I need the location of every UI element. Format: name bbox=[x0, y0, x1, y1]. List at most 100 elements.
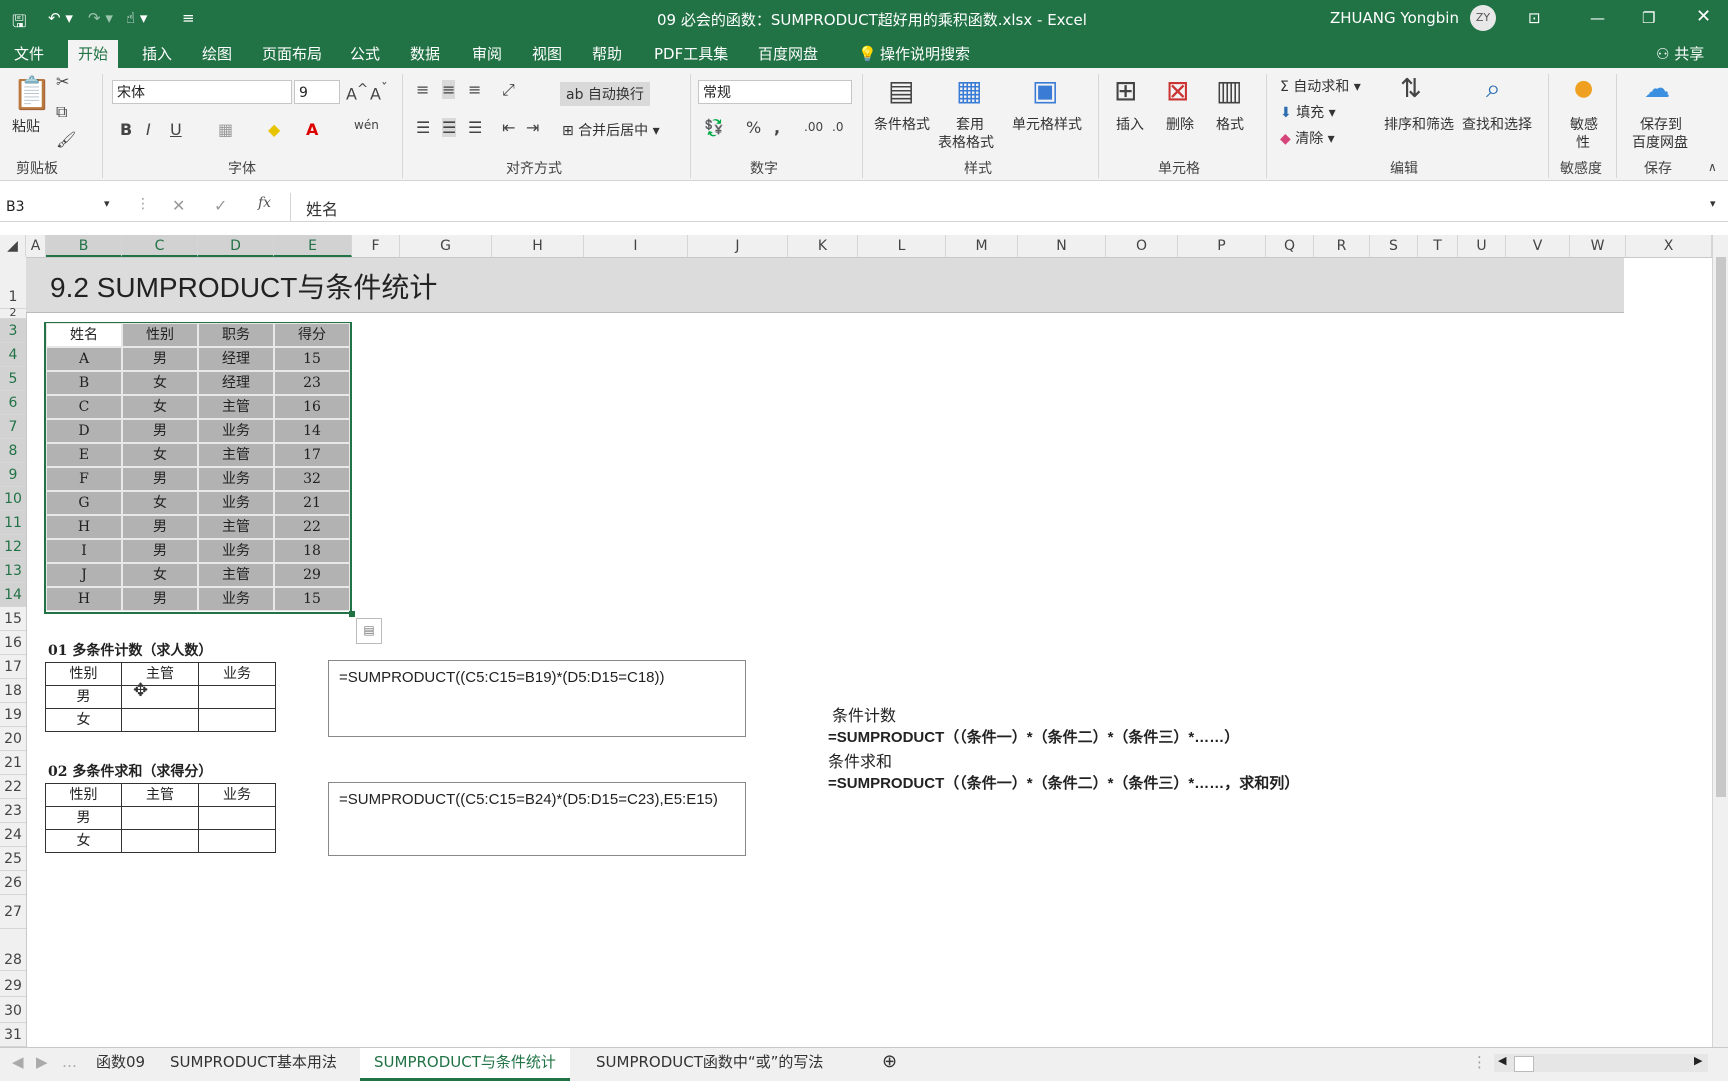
criteria-header-cell[interactable]: 性别 bbox=[45, 662, 122, 686]
result-cell[interactable] bbox=[198, 708, 276, 732]
col-header-g[interactable]: G bbox=[400, 235, 492, 257]
table-cell[interactable]: 业务 bbox=[198, 467, 274, 491]
scroll-right-icon[interactable]: ▶ bbox=[1694, 1054, 1702, 1067]
insert-function-button[interactable]: fx bbox=[258, 195, 271, 211]
row-header[interactable]: 17 bbox=[0, 655, 26, 679]
format-table-button[interactable]: 套用 bbox=[956, 114, 984, 134]
conditional-format-icon[interactable]: ▤ bbox=[888, 74, 914, 107]
conditional-format-button[interactable]: 条件格式 bbox=[874, 114, 930, 134]
cell-styles-icon[interactable]: ▣ bbox=[1032, 74, 1058, 107]
table-cell[interactable]: 23 bbox=[274, 371, 350, 395]
align-center-icon[interactable]: ☰ bbox=[442, 118, 457, 137]
tell-me-search[interactable]: 操作说明搜索 bbox=[870, 40, 980, 68]
wrap-text-button[interactable]: ab 自动换行 bbox=[560, 82, 650, 106]
result-cell[interactable] bbox=[121, 708, 199, 732]
paste-button[interactable]: 粘贴 bbox=[12, 116, 40, 136]
find-select-button[interactable]: 查找和选择 bbox=[1462, 114, 1532, 134]
decrease-font-icon[interactable]: Aˇ bbox=[370, 82, 388, 103]
col-header-e[interactable]: E bbox=[274, 235, 352, 257]
select-all-corner[interactable]: ◢ bbox=[0, 235, 26, 257]
row-header[interactable]: 25 bbox=[0, 847, 26, 871]
sheet-tab[interactable]: 函数09 bbox=[96, 1048, 145, 1078]
number-format-select[interactable]: 常规 bbox=[698, 80, 852, 104]
table-cell[interactable]: 22 bbox=[274, 515, 350, 539]
minimize-icon[interactable]: — bbox=[1590, 9, 1605, 27]
fill-button[interactable]: ⬇ 填充 ▾ bbox=[1280, 102, 1336, 122]
sheet-tab[interactable]: SUMPRODUCT函数中“或”的写法 bbox=[596, 1048, 823, 1078]
touch-mode-icon[interactable]: ☝ ▾ bbox=[126, 9, 147, 27]
table-cell[interactable]: C bbox=[46, 395, 122, 419]
col-header-x[interactable]: X bbox=[1626, 235, 1712, 257]
table-cell[interactable]: E bbox=[46, 443, 122, 467]
table-cell[interactable]: 业务 bbox=[198, 539, 274, 563]
save-to-pan-button[interactable]: 保存到 bbox=[1640, 114, 1682, 134]
table-cell[interactable]: 女 bbox=[122, 563, 198, 587]
table-cell[interactable]: B bbox=[46, 371, 122, 395]
cancel-icon[interactable]: ✕ bbox=[172, 196, 185, 215]
col-header-j[interactable]: J bbox=[688, 235, 788, 257]
sort-filter-button[interactable]: 排序和筛选 bbox=[1384, 114, 1454, 134]
insert-cells-icon[interactable]: ⊞ bbox=[1114, 74, 1137, 107]
tab-home[interactable]: 开始 bbox=[68, 40, 119, 68]
row-header[interactable]: 9 bbox=[0, 463, 26, 487]
criteria-row-cell[interactable]: 女 bbox=[45, 708, 122, 732]
row-header[interactable]: 31 bbox=[0, 1023, 26, 1047]
col-header-f[interactable]: F bbox=[352, 235, 400, 257]
row-header[interactable]: 15 bbox=[0, 607, 26, 631]
delete-cells-button[interactable]: 删除 bbox=[1166, 114, 1194, 134]
format-cells-button[interactable]: 格式 bbox=[1216, 114, 1244, 134]
table-cell[interactable]: D bbox=[46, 419, 122, 443]
table-cell[interactable]: 29 bbox=[274, 563, 350, 587]
row-header[interactable]: 30 bbox=[0, 997, 26, 1023]
save-icon[interactable]: 🖫 bbox=[12, 9, 26, 38]
table-cell[interactable]: 男 bbox=[122, 539, 198, 563]
row-header[interactable]: 13 bbox=[0, 559, 26, 583]
indent-increase-icon[interactable]: ⇥ bbox=[526, 118, 539, 137]
undo-icon[interactable]: ↶ ▾ bbox=[48, 9, 73, 27]
align-right-icon[interactable]: ☰ bbox=[468, 118, 482, 137]
table-cell[interactable]: 经理 bbox=[198, 347, 274, 371]
name-box[interactable]: B3 bbox=[2, 195, 116, 219]
tab-split-icon[interactable]: ⋮ bbox=[1472, 1048, 1487, 1078]
table-cell[interactable]: 14 bbox=[274, 419, 350, 443]
table-cell[interactable]: 男 bbox=[122, 587, 198, 611]
increase-decimal-icon[interactable]: .00 bbox=[804, 120, 823, 134]
col-header-d[interactable]: D bbox=[198, 235, 274, 257]
table-cell[interactable]: 业务 bbox=[198, 491, 274, 515]
more-sheets-icon[interactable]: … bbox=[62, 1048, 77, 1078]
result-cell[interactable] bbox=[198, 806, 276, 830]
row-header[interactable]: 3 bbox=[0, 319, 26, 343]
tab-pdf-tools[interactable]: PDF工具集 bbox=[644, 40, 738, 68]
table-header-cell[interactable]: 得分 bbox=[274, 323, 350, 347]
comma-icon[interactable]: , bbox=[774, 118, 780, 137]
result-cell[interactable] bbox=[121, 806, 199, 830]
col-header-b[interactable]: B bbox=[46, 235, 122, 257]
find-icon[interactable]: ⌕ bbox=[1486, 74, 1501, 105]
criteria-header-cell[interactable]: 业务 bbox=[198, 783, 276, 807]
formula-input[interactable]: 姓名 bbox=[306, 196, 338, 220]
phonetic-icon[interactable]: wén bbox=[354, 118, 379, 132]
autosum-button[interactable]: Σ 自动求和 ▾ bbox=[1280, 76, 1361, 96]
currency-icon[interactable]: 💱 bbox=[704, 118, 724, 137]
col-header-o[interactable]: O bbox=[1106, 235, 1178, 257]
table-cell[interactable]: 男 bbox=[122, 419, 198, 443]
criteria-header-cell[interactable]: 业务 bbox=[198, 662, 276, 686]
row-header[interactable]: 26 bbox=[0, 871, 26, 895]
row-header[interactable]: 23 bbox=[0, 799, 26, 823]
criteria-header-cell[interactable]: 主管 bbox=[121, 783, 199, 807]
insert-cells-button[interactable]: 插入 bbox=[1116, 114, 1144, 134]
add-sheet-icon[interactable]: ⊕ bbox=[882, 1048, 897, 1078]
sensitivity-icon[interactable]: ● bbox=[1574, 76, 1593, 101]
table-cell[interactable]: 女 bbox=[122, 491, 198, 515]
table-cell[interactable]: 18 bbox=[274, 539, 350, 563]
row-header[interactable]: 19 bbox=[0, 703, 26, 727]
col-header-p[interactable]: P bbox=[1178, 235, 1266, 257]
tab-review[interactable]: 审阅 bbox=[462, 40, 512, 68]
table-cell[interactable]: 女 bbox=[122, 443, 198, 467]
horizontal-scroll-thumb[interactable] bbox=[1514, 1056, 1534, 1072]
col-header-l[interactable]: L bbox=[858, 235, 946, 257]
bold-icon[interactable]: B bbox=[120, 120, 132, 139]
row-header[interactable]: 8 bbox=[0, 439, 26, 463]
clear-button[interactable]: ◆ 清除 ▾ bbox=[1280, 128, 1335, 148]
vertical-scrollbar[interactable] bbox=[1712, 235, 1728, 1047]
